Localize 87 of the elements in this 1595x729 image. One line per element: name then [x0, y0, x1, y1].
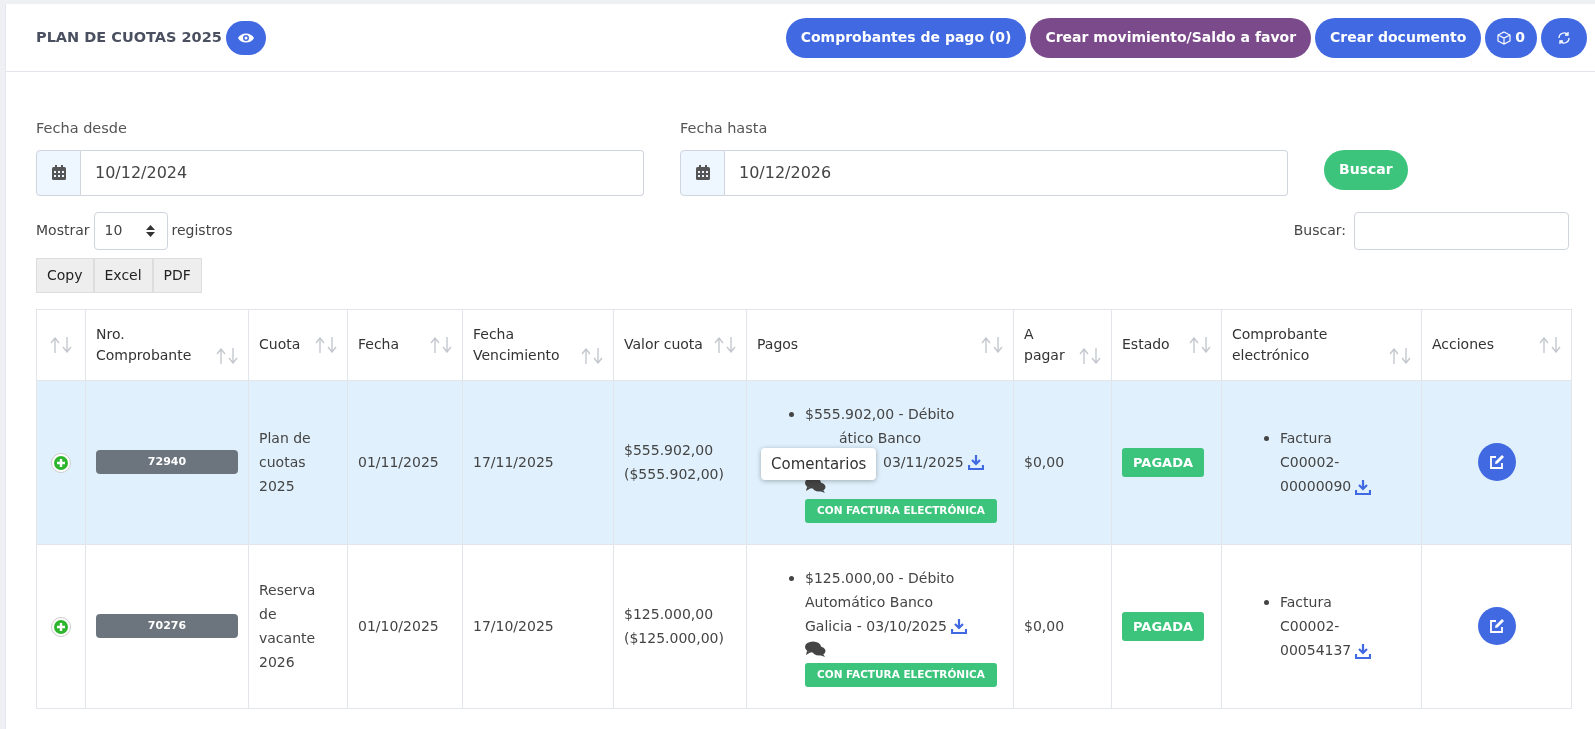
column-header: A pagar	[1024, 324, 1066, 365]
edit-icon	[1488, 454, 1505, 471]
download-icon[interactable]	[967, 455, 984, 471]
table-cell-text: $555.902,00	[624, 441, 715, 461]
sort-icon[interactable]	[216, 347, 238, 364]
column-header: Estado	[1122, 335, 1170, 355]
search-field[interactable]	[1354, 211, 1569, 250]
payment-text: 03/11/2025	[883, 452, 964, 472]
status-badge: PAGADA	[1122, 611, 1204, 641]
export-button[interactable]: PDF	[152, 257, 202, 293]
table-cell: $0,00	[1024, 617, 1065, 634]
table-cell: Reserva de vacante 2026	[259, 582, 316, 671]
field-label: Fecha hasta	[680, 119, 769, 138]
sort-icon[interactable]	[430, 337, 452, 354]
table-cell: 17/10/2025	[473, 617, 554, 634]
inventory-button[interactable]: 0	[1485, 17, 1537, 58]
table-cell: 17/11/2025	[473, 453, 554, 470]
page-length-select[interactable]: 10	[93, 211, 168, 250]
sort-caret-icon	[145, 223, 155, 238]
invoice-text: C00002-	[1280, 453, 1340, 473]
calendar-icon	[51, 165, 66, 181]
column-header: Nro. Comprobante	[96, 324, 193, 365]
edit-button[interactable]	[1477, 443, 1516, 482]
invoice-text: C00002-	[1280, 617, 1340, 637]
edit-icon	[1488, 618, 1505, 635]
date-field[interactable]: 10/12/2026	[725, 149, 1288, 196]
payment-text: ático Banco	[839, 428, 921, 448]
export-button[interactable]: Excel	[93, 257, 153, 293]
table-cell: Plan de cuotas 2025	[259, 430, 311, 495]
invoice-status-badge: CON FACTURA ELECTRÓNICA	[805, 498, 997, 523]
invoice-status-badge: CON FACTURA ELECTRÓNICA	[805, 662, 997, 687]
download-icon[interactable]	[951, 619, 968, 635]
comments-icon[interactable]	[805, 640, 826, 657]
table-cell-text: ($125.000,00)	[624, 629, 725, 649]
receipt-number-badge: 72940	[96, 450, 238, 475]
table-cell-text: ($555.902,00)	[624, 465, 725, 485]
column-header: Fecha Vencimiento	[473, 324, 561, 365]
edit-button[interactable]	[1477, 607, 1516, 646]
page-title: PLAN DE CUOTAS 2025	[36, 27, 222, 47]
column-header: Valor cuota	[624, 335, 703, 355]
table-cell-text: $125.000,00	[624, 605, 715, 625]
header-button[interactable]: Comprobantes de pago (0)	[785, 17, 1027, 58]
sort-icon[interactable]	[981, 337, 1003, 354]
length-label: registros	[171, 221, 233, 241]
date-field[interactable]: 10/12/2024	[81, 149, 644, 196]
field-label: Fecha desde	[36, 119, 128, 138]
expand-icon[interactable]	[51, 616, 71, 637]
table-cell: 01/11/2025	[358, 453, 439, 470]
sort-icon[interactable]	[1189, 337, 1211, 354]
payment-text: Automático Banco	[805, 592, 934, 612]
payment-text: Galicia - 03/10/2025	[805, 616, 948, 636]
status-badge: PAGADA	[1122, 447, 1204, 477]
download-icon[interactable]	[1355, 643, 1372, 659]
header-button[interactable]: Crear documento	[1315, 17, 1482, 58]
view-button[interactable]	[225, 20, 266, 55]
invoice-text: Factura	[1280, 593, 1332, 613]
receipt-number-badge: 70276	[96, 614, 238, 639]
export-button[interactable]: Copy	[36, 257, 94, 293]
refresh-icon	[1557, 31, 1571, 45]
column-header: Fecha	[358, 335, 400, 355]
expand-icon[interactable]	[51, 452, 71, 473]
download-icon[interactable]	[1355, 479, 1372, 495]
invoice-text: 00054137	[1280, 641, 1352, 661]
sort-icon[interactable]	[1389, 347, 1411, 364]
column-header: Acciones	[1432, 335, 1494, 355]
cube-icon	[1497, 30, 1512, 45]
calendar-icon	[695, 165, 710, 181]
payment-text: $555.902,00 - Débito	[805, 404, 955, 424]
tooltip: Comentarios	[761, 447, 877, 481]
invoice-text: Factura	[1280, 429, 1332, 449]
table-cell: 01/10/2025	[358, 617, 439, 634]
search-label: Buscar:	[1293, 221, 1346, 241]
payment-text: $125.000,00 - Débito	[805, 568, 955, 588]
sort-icon[interactable]	[50, 337, 72, 354]
sort-icon[interactable]	[1539, 337, 1561, 354]
sort-icon[interactable]	[714, 337, 736, 354]
invoice-text: 00000090	[1280, 477, 1352, 497]
sort-icon[interactable]	[581, 347, 603, 364]
table-cell: $0,00	[1024, 453, 1065, 470]
column-header: Comprobante electrónico	[1232, 324, 1329, 365]
header-button[interactable]: Crear movimiento/Saldo a favor	[1030, 17, 1312, 58]
sort-icon[interactable]	[1079, 347, 1101, 364]
sort-icon[interactable]	[315, 337, 337, 354]
column-header: Cuota	[259, 335, 301, 355]
refresh-button[interactable]	[1541, 17, 1587, 58]
length-label: Mostrar	[36, 221, 90, 241]
column-header: Pagos	[757, 335, 799, 355]
